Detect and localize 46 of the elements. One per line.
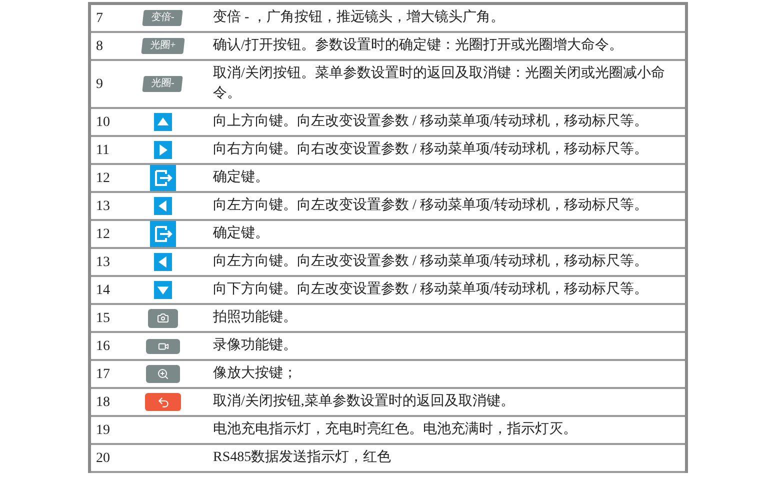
description-text: RS485数据发送指示灯，红色 [212,448,392,467]
row-number: 13 [95,254,111,272]
back-key-icon [145,393,181,411]
down-arrow-key-icon [153,281,173,299]
description-text: 向上方向键。向左改变设置参数 / 移动菜单项/转动球机，移动标尺等。 [212,112,649,131]
enter-key-icon [150,165,176,191]
row-number: 14 [95,282,111,300]
description-text: 确定键。 [212,224,270,243]
up-arrow-key-icon [153,113,173,131]
row-number: 8 [95,38,104,56]
description-text: 像放大按键； [212,364,298,383]
description-text: 取消/关闭按钮。菜单参数设置时的返回及取消键：光圈关闭或光圈减小命令。 [212,64,666,103]
description-text: 电池充电指示灯，充电时亮红色。电池充满时，指示灯灭。 [212,420,578,439]
enter-key-icon [150,221,176,247]
row-number: 17 [95,366,111,384]
camera-key-icon [148,308,178,328]
row-number: 16 [95,338,111,356]
remote-key: 光圈- [142,76,184,92]
row-number: 10 [95,114,111,132]
description-text: 录像功能键。 [212,336,298,355]
row-number: 12 [95,170,111,188]
row-number: 20 [95,450,111,468]
row-number: 15 [95,310,111,328]
remote-key: 光圈+ [141,38,185,54]
row-number: 7 [95,10,104,28]
left-arrow-key-icon [153,197,173,215]
description-text: 确定键。 [212,168,270,187]
row-number: 11 [95,142,110,160]
description-text: 确认/打开按钮。参数设置时的确定键：光圈打开或光圈增大命令。 [212,36,624,55]
description-text: 向下方向键。向左改变设置参数 / 移动菜单项/转动球机，移动标尺等。 [212,280,649,299]
left-arrow-key-icon [153,253,173,271]
description-text: 变倍 - ，广角按钮，推远镜头，增大镜头广角。 [212,8,506,27]
row-number: 13 [95,198,111,216]
zoom-in-key-icon [146,365,180,383]
description-text: 向左方向键。向左改变设置参数 / 移动菜单项/转动球机，移动标尺等。 [212,196,649,215]
video-camera-key-icon [146,338,180,354]
row-number: 12 [95,226,111,244]
row-number: 9 [95,76,104,94]
right-arrow-key-icon [153,141,173,159]
description-text: 向左方向键。向左改变设置参数 / 移动菜单项/转动球机，移动标尺等。 [212,252,649,271]
description-text: 向右方向键。向右改变设置参数 / 移动菜单项/转动球机，移动标尺等。 [212,140,649,159]
description-text: 拍照功能键。 [212,308,298,327]
remote-key: 变倍- [142,10,184,26]
description-text: 取消/关闭按钮,菜单参数设置时的返回及取消键。 [212,392,516,411]
row-number: 19 [95,422,111,440]
row-number: 18 [95,394,111,412]
